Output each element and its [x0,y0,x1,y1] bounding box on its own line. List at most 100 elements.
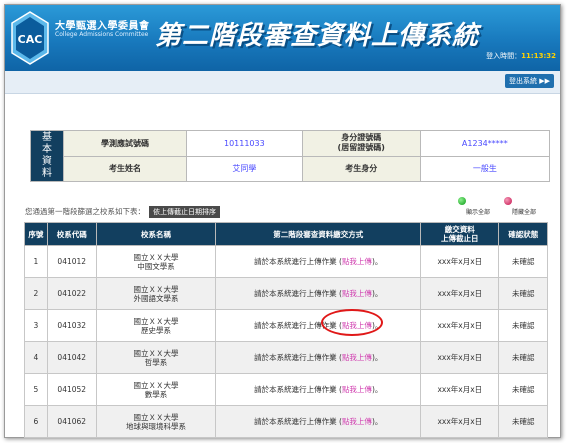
col-status-header: 確認狀態 [498,222,548,246]
col-no-header: 序號 [24,222,48,246]
school-name: 國立ＸＸ大學 [133,284,179,294]
login-time-value: 11:13:32 [521,52,556,60]
row-no: 5 [24,373,48,406]
basic-info-section-label: 基本資料 [30,130,64,182]
confirm-status-link[interactable]: 未確認 [498,277,548,310]
row-code: 041032 [46,309,97,342]
row-code: 041062 [46,405,97,438]
svg-text:CAC: CAC [18,33,43,46]
dept-name: 外國語文學系 [133,293,179,303]
name-label: 考生姓名 [63,155,187,182]
sort-by-deadline-button[interactable]: 依上傳截止日期排序 [149,206,220,218]
col-code-header: 校系代碼 [46,222,97,246]
table-row: 1 041012 國立ＸＸ大學 中國文學系 請於本系統進行上傳作業 (點我上傳)。… [24,245,548,278]
row-no: 4 [24,341,48,374]
row-deadline: xxx年x月x日 [420,245,500,278]
login-time-label: 登入時間： [486,52,522,60]
method-text: 請於本系統進行上傳作業 ( [254,417,342,426]
login-time: 登入時間：11:13:32 [486,51,556,61]
upload-link[interactable]: 點我上傳 [342,417,372,426]
row-code: 041022 [46,277,97,310]
row-no: 1 [24,245,48,278]
org-name-zh: 大學甄選入學委員會 [55,21,150,32]
cac-logo-icon: CAC [11,11,49,65]
system-title: 第二階段審查資料上傳系統 [155,21,480,51]
school-name: 國立ＸＸ大學 [133,252,179,262]
row-deadline: xxx年x月x日 [420,373,500,406]
row-school: 國立ＸＸ大學 地球與環境科學系 [95,405,217,438]
method-suffix: )。 [371,385,383,394]
row-deadline: xxx年x月x日 [420,341,500,374]
method-text: 請於本系統進行上傳作業 ( [254,257,342,266]
dept-name: 哲學系 [144,357,168,367]
method-suffix: )。 [371,257,383,266]
notice-line: 您通過第一階段篩選之校系如下表： 依上傳截止日期排序 [25,206,220,218]
exam-no-value: 10111033 [186,130,303,157]
id-label: 身分證號碼 (居留證號碼) [301,130,421,157]
row-code: 041042 [46,341,97,374]
school-name: 國立ＸＸ大學 [133,348,179,358]
confirm-status-link[interactable]: 未確認 [498,341,548,374]
row-school: 國立ＸＸ大學 中國文學系 [95,245,217,278]
table-row: 2 041022 國立ＸＸ大學 外國語文學系 請於本系統進行上傳作業 (點我上傳)… [24,277,548,310]
row-code: 041012 [46,245,97,278]
confirm-status-link[interactable]: 未確認 [498,245,548,278]
method-text: 請於本系統進行上傳作業 ( [254,385,342,394]
show-all-label[interactable]: 顯示全部 [466,207,490,216]
confirm-status-link[interactable]: 未確認 [498,373,548,406]
col-deadline-header: 繳交資料 上傳截止日 [420,222,500,246]
table-row: 5 041052 國立ＸＸ大學 數學系 請於本系統進行上傳作業 (點我上傳)。 x… [24,373,548,406]
col-method-header: 第二階段審查資料繳交方式 [215,222,422,246]
row-no: 6 [24,405,48,438]
id-label-line2: (居留證號碼) [337,143,385,153]
row-deadline: xxx年x月x日 [420,309,500,342]
row-method: 請於本系統進行上傳作業 (點我上傳)。 [215,245,422,278]
row-method: 請於本系統進行上傳作業 (點我上傳)。 [215,309,422,342]
upload-link[interactable]: 點我上傳 [342,353,372,362]
col-school-header: 校系名稱 [95,222,217,246]
identity-value: 一般生 [419,155,551,182]
row-no: 3 [24,309,48,342]
dept-name: 數學系 [144,389,168,399]
confirm-status-link[interactable]: 未確認 [498,309,548,342]
row-school: 國立ＸＸ大學 哲學系 [95,341,217,374]
logout-button[interactable]: 登出系統 ▶▶ [504,74,554,88]
forward-icon: ▶▶ [539,77,550,85]
name-value: 艾同學 [186,155,303,182]
school-name: 國立ＸＸ大學 [133,412,179,422]
org-name-en: College Admissions Committee [55,31,149,38]
school-name: 國立ＸＸ大學 [133,316,179,326]
upload-link[interactable]: 點我上傳 [342,385,372,394]
method-text: 請於本系統進行上傳作業 ( [254,353,342,362]
show-all-icon[interactable] [458,197,466,205]
row-method: 請於本系統進行上傳作業 (點我上傳)。 [215,373,422,406]
upload-link[interactable]: 點我上傳 [342,257,372,266]
table-header-row: 序號 校系代碼 校系名稱 第二階段審查資料繳交方式 繳交資料 上傳截止日 確認狀態 [24,222,548,246]
identity-label: 考生身分 [301,155,421,182]
table-row: 4 041042 國立ＸＸ大學 哲學系 請於本系統進行上傳作業 (點我上傳)。 x… [24,341,548,374]
id-value: A1234***** [419,130,551,157]
deadline-header-line1: 繳交資料 [444,225,475,234]
toolbar: 登出系統 ▶▶ [5,71,560,94]
hide-all-icon[interactable] [504,197,512,205]
exam-no-label: 學測應試號碼 [63,130,187,157]
table-row: 6 041062 國立ＸＸ大學 地球與環境科學系 請於本系統進行上傳作業 (點我上… [24,405,548,438]
logout-label: 登出系統 [508,77,537,85]
dept-name: 地球與環境科學系 [125,421,186,431]
method-suffix: )。 [371,353,383,362]
department-list-table: 序號 校系代碼 校系名稱 第二階段審查資料繳交方式 繳交資料 上傳截止日 確認狀態… [24,222,548,438]
row-method: 請於本系統進行上傳作業 (點我上傳)。 [215,277,422,310]
confirm-status-link[interactable]: 未確認 [498,405,548,438]
method-suffix: )。 [371,417,383,426]
row-no: 2 [24,277,48,310]
id-label-line1: 身分證號碼 [341,133,382,143]
hide-all-label[interactable]: 隱藏全部 [512,207,536,216]
deadline-header-line2: 上傳截止日 [441,234,479,243]
highlight-circle-annotation [321,309,383,336]
row-school: 國立ＸＸ大學 外國語文學系 [95,277,217,310]
dept-name: 歷史學系 [140,325,171,335]
upload-link[interactable]: 點我上傳 [342,289,372,298]
school-name: 國立ＸＸ大學 [133,380,179,390]
row-method: 請於本系統進行上傳作業 (點我上傳)。 [215,405,422,438]
row-deadline: xxx年x月x日 [420,405,500,438]
